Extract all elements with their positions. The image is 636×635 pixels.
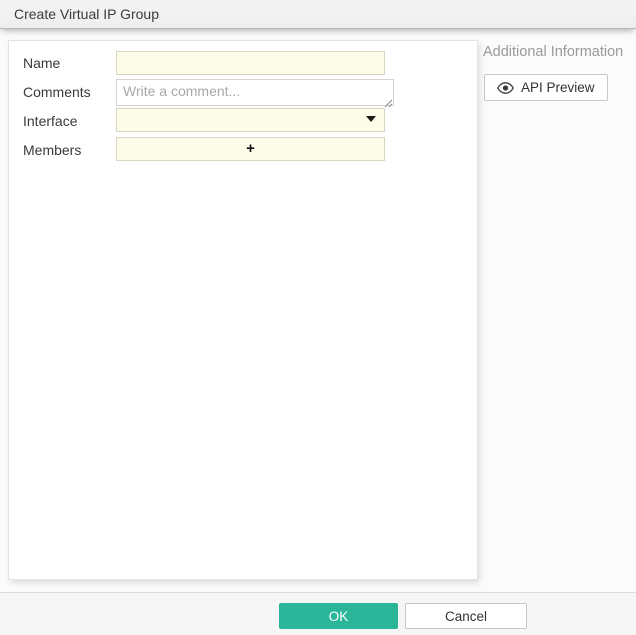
name-input[interactable] [116, 51, 385, 75]
members-add-field[interactable]: + [116, 137, 385, 161]
textarea-resize-handle-icon[interactable] [383, 95, 393, 108]
interface-label: Interface [23, 113, 78, 129]
comments-label: Comments [23, 84, 91, 100]
form-panel: Name Comments Interface Members + [8, 40, 478, 580]
additional-information-heading: Additional Information [483, 44, 624, 60]
eye-icon [497, 81, 514, 94]
ok-button[interactable]: OK [279, 603, 398, 629]
chevron-down-icon [366, 116, 376, 122]
dialog-footer: OK Cancel [0, 592, 636, 635]
dialog-title: Create Virtual IP Group [14, 6, 160, 22]
api-preview-label: API Preview [521, 80, 595, 95]
members-label: Members [23, 142, 82, 158]
dialog-titlebar: Create Virtual IP Group [0, 0, 636, 29]
comments-textarea[interactable] [116, 79, 394, 106]
api-preview-button[interactable]: API Preview [484, 74, 608, 101]
plus-icon: + [246, 140, 255, 157]
cancel-button[interactable]: Cancel [405, 603, 527, 629]
name-label: Name [23, 55, 61, 71]
interface-select[interactable] [116, 108, 385, 132]
